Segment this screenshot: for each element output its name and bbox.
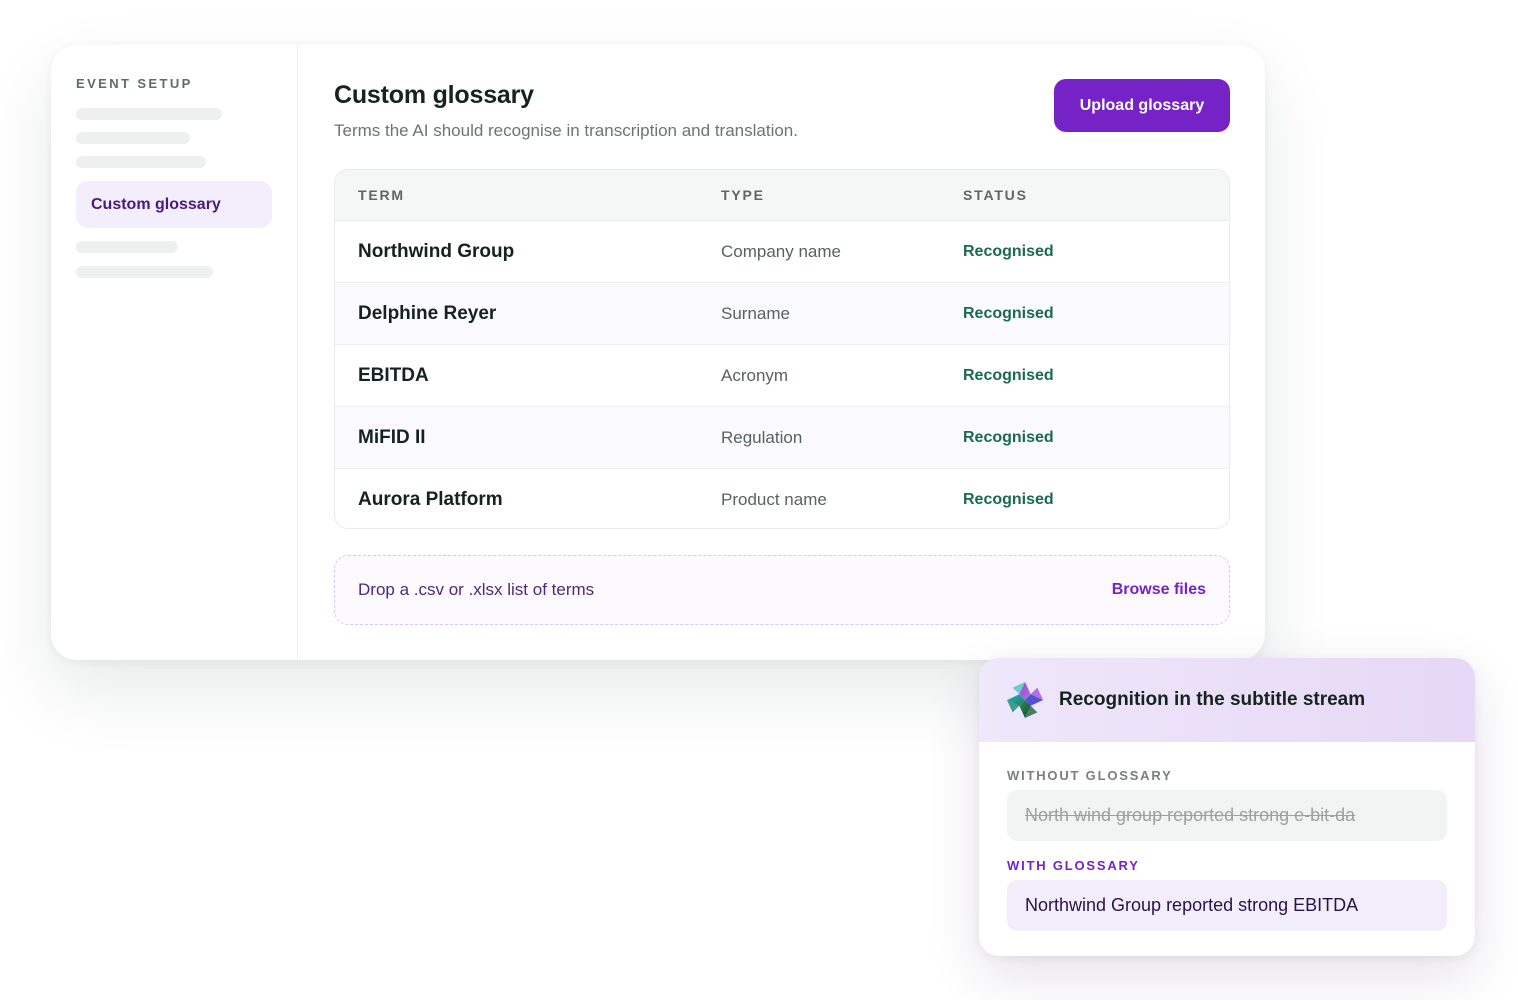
table-row[interactable]: MiFID II Regulation Recognised (335, 407, 1229, 469)
table-row[interactable]: Delphine Reyer Surname Recognised (335, 283, 1229, 345)
table-row[interactable]: EBITDA Acronym Recognised (335, 345, 1229, 407)
term-cell: MiFID II (358, 427, 426, 448)
upload-glossary-button[interactable]: Upload glossary (1054, 79, 1230, 132)
page-subtitle: Terms the AI should recognise in transcr… (334, 121, 798, 140)
type-cell: Acronym (721, 366, 789, 385)
table-row[interactable]: Northwind Group Company name Recognised (335, 221, 1229, 283)
status-badge: Recognised (963, 429, 1054, 446)
without-glossary-label: WITHOUT GLOSSARY (1007, 768, 1173, 783)
sidebar-item-placeholder (76, 108, 222, 120)
table-header: TERM TYPE STATUS (335, 170, 1229, 221)
status-badge: Recognised (963, 367, 1054, 384)
recognition-card: Recognition in the subtitle stream WITHO… (979, 658, 1475, 956)
file-dropzone[interactable]: Drop a .csv or .xlsx list of terms Brows… (334, 555, 1230, 625)
status-badge: Recognised (963, 305, 1054, 322)
dropzone-text: Drop a .csv or .xlsx list of terms (358, 580, 595, 599)
glossary-table: TERM TYPE STATUS Northwind Group Company… (334, 169, 1230, 529)
status-badge: Recognised (963, 491, 1054, 508)
main-content: Custom glossary Terms the AI should reco… (298, 45, 1265, 660)
term-cell: EBITDA (358, 365, 429, 386)
term-cell: Delphine Reyer (358, 303, 497, 324)
sidebar-item-placeholder (76, 266, 213, 278)
sidebar-item-placeholder (76, 241, 178, 253)
with-glossary-label: WITH GLOSSARY (1007, 858, 1140, 873)
status-badge: Recognised (963, 243, 1054, 260)
column-header-type[interactable]: TYPE (721, 170, 765, 221)
with-glossary-transcript: Northwind Group reported strong EBITDA (1007, 880, 1447, 931)
sidebar: EVENT SETUP Custom glossary (51, 45, 298, 660)
sidebar-heading: EVENT SETUP (76, 76, 193, 91)
table-row[interactable]: Aurora Platform Product name Recognised (335, 469, 1229, 528)
type-cell: Surname (721, 304, 790, 323)
sidebar-item-placeholder (76, 132, 190, 144)
column-header-term[interactable]: TERM (358, 170, 405, 221)
column-header-status[interactable]: STATUS (963, 170, 1028, 221)
page-title: Custom glossary (334, 81, 534, 109)
sidebar-item-placeholder (76, 156, 206, 168)
type-cell: Regulation (721, 428, 803, 447)
term-cell: Aurora Platform (358, 489, 503, 510)
card-header: Recognition in the subtitle stream (979, 658, 1475, 742)
sidebar-item-custom-glossary[interactable]: Custom glossary (76, 181, 272, 228)
without-glossary-transcript: North wind group reported strong e-bit-d… (1007, 790, 1447, 841)
app-window: EVENT SETUP Custom glossary Custom gloss… (51, 45, 1265, 660)
browse-files-link[interactable]: Browse files (1112, 556, 1206, 623)
term-cell: Northwind Group (358, 241, 515, 262)
type-cell: Company name (721, 242, 842, 261)
sparkle-logo-icon (1006, 681, 1044, 719)
card-title: Recognition in the subtitle stream (1059, 689, 1366, 710)
type-cell: Product name (721, 490, 827, 509)
stage: EVENT SETUP Custom glossary Custom gloss… (0, 0, 1518, 1000)
